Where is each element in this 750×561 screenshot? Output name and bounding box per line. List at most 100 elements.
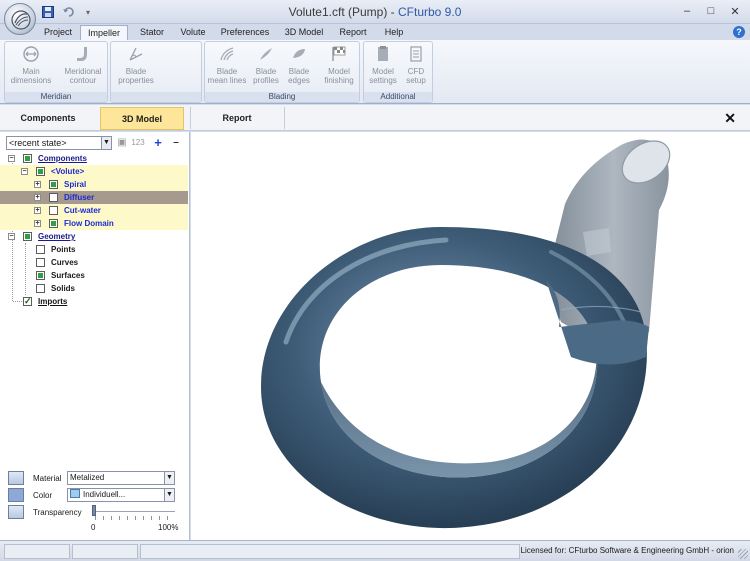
tree-item-geometry[interactable]: − Geometry [0,230,188,243]
model-finishing-button[interactable]: Model finishing [319,45,359,85]
outlet-patch-shape [583,228,611,256]
tree-label-cutwater: Cut-water [64,206,101,215]
tree-label-surfaces: Surfaces [51,271,85,280]
surfaces-checkbox[interactable] [36,271,45,280]
transparency-slider-thumb[interactable] [92,505,96,516]
tree-item-imports[interactable]: Imports [0,295,188,308]
tree-item-points[interactable]: Points [0,243,188,256]
chevron-down-icon[interactable]: ▼ [164,489,174,501]
collapse-icon[interactable]: − [8,233,15,240]
tree-item-volute[interactable]: − <Volute> [0,165,188,178]
tab-help[interactable]: Help [380,25,408,40]
status-cell [4,544,70,559]
transparency-slider-track[interactable] [95,511,175,512]
tab-stator[interactable]: Stator [134,25,170,40]
recent-state-select[interactable]: <recent state> ▼ [6,136,112,150]
close-view-button[interactable]: ✕ [724,110,736,127]
blade-edges-button[interactable]: Blade edges [283,45,315,85]
solids-checkbox[interactable] [36,284,45,293]
color-select[interactable]: Individuell... ▼ [67,488,175,502]
meridional-contour-label-2: contour [69,76,97,85]
tab-3d-model[interactable]: 3D Model [280,25,328,40]
color-label: Color [33,491,53,500]
tree-item-surfaces[interactable]: Surfaces [0,269,188,282]
add-state-button[interactable]: + [150,136,166,150]
state-toolbar: <recent state> ▼ ▣ 123 + – [6,136,186,150]
expand-icon[interactable]: + [34,181,41,188]
tree-item-components[interactable]: − Components [0,152,188,165]
imports-checkbox[interactable] [23,295,32,308]
volute-checkbox[interactable] [36,167,45,176]
flow-domain-checkbox[interactable] [49,219,58,228]
application-menu-button[interactable] [4,3,36,35]
resize-grip[interactable] [738,549,748,559]
status-bar: Licensed for: CFturbo Software & Enginee… [0,540,750,561]
tab-impeller[interactable]: Impeller [80,25,128,40]
tab-preferences[interactable]: Preferences [218,25,272,40]
view-tab-report[interactable]: Report [192,107,282,130]
blade-mean-lines-button[interactable]: Blade mean lines [207,45,247,85]
chevron-down-icon[interactable]: ▼ [101,137,111,149]
blade-mean-lines-icon [220,47,234,61]
transparency-cube-icon[interactable] [8,505,24,519]
save-state-icon[interactable]: ▣ [114,136,130,150]
blade-edges-label-2: edges [288,76,310,85]
curves-checkbox[interactable] [36,258,45,267]
tab-report[interactable]: Report [334,25,372,40]
expand-icon[interactable]: + [34,220,41,227]
transparency-label: Transparency [33,508,82,517]
window-controls: – □ ✕ [678,3,744,19]
help-icon[interactable]: ? [733,26,745,38]
remove-state-button[interactable]: – [168,136,184,150]
color-cube-icon[interactable] [8,488,24,502]
cutwater-checkbox[interactable] [49,206,58,215]
tree-item-diffuser[interactable]: + Diffuser [0,191,188,204]
tree-item-flow-domain[interactable]: + Flow Domain [0,217,188,230]
view-tab-3d-model[interactable]: 3D Model [100,107,184,130]
tab-volute[interactable]: Volute [176,25,210,40]
blade-edges-label-1: Blade [288,67,310,76]
title-separator: - [387,5,398,19]
collapse-icon[interactable]: − [21,168,28,175]
blade-properties-button[interactable]: Blade properties [113,45,159,85]
ribbon-body: Main dimensions Meridional contour Merid… [0,40,750,104]
expand-icon[interactable]: + [34,207,41,214]
tree-item-curves[interactable]: Curves [0,256,188,269]
blade-properties-label-1: Blade [125,67,147,76]
recent-state-value: <recent state> [9,138,67,148]
blade-profiles-button[interactable]: Blade profiles [249,45,283,85]
points-checkbox[interactable] [36,245,45,254]
view-tab-divider [284,107,285,129]
chevron-down-icon[interactable]: ▼ [164,472,174,484]
view-tab-components[interactable]: Components [2,107,94,130]
diffuser-checkbox[interactable] [49,193,58,202]
cfd-setup-button[interactable]: CFD setup [400,45,432,85]
checkered-flag-icon [332,46,346,61]
tab-project[interactable]: Project [40,25,76,40]
main-dimensions-button[interactable]: Main dimensions [7,45,55,85]
material-label: Material [33,474,62,483]
group-meridian: Main dimensions Meridional contour Merid… [4,41,108,103]
tree-item-cutwater[interactable]: + Cut-water [0,204,188,217]
material-select[interactable]: Metalized ▼ [67,471,175,485]
minimize-button[interactable]: – [678,3,696,19]
material-cube-icon[interactable] [8,471,24,485]
numbering-icon[interactable]: 123 [130,136,146,150]
geometry-checkbox[interactable] [23,232,32,241]
volute-3d-model[interactable] [191,132,750,540]
model-settings-button[interactable]: Model settings [366,45,400,85]
maximize-button[interactable]: □ [702,3,720,19]
spiral-checkbox[interactable] [49,180,58,189]
close-window-button[interactable]: ✕ [726,3,744,19]
components-checkbox[interactable] [23,154,32,163]
blade-profiles-label-2: profiles [253,76,279,85]
cfd-setup-label-2: setup [406,76,426,85]
tree-item-solids[interactable]: Solids [0,282,188,295]
meridional-contour-button[interactable]: Meridional contour [59,45,107,85]
expand-icon[interactable]: + [34,194,41,201]
collapse-icon[interactable]: − [8,155,15,162]
tree-item-spiral[interactable]: + Spiral [0,178,188,191]
meridional-contour-icon [77,47,87,61]
3d-viewport[interactable] [191,132,750,540]
blade-mean-lines-label-2: mean lines [207,76,247,85]
